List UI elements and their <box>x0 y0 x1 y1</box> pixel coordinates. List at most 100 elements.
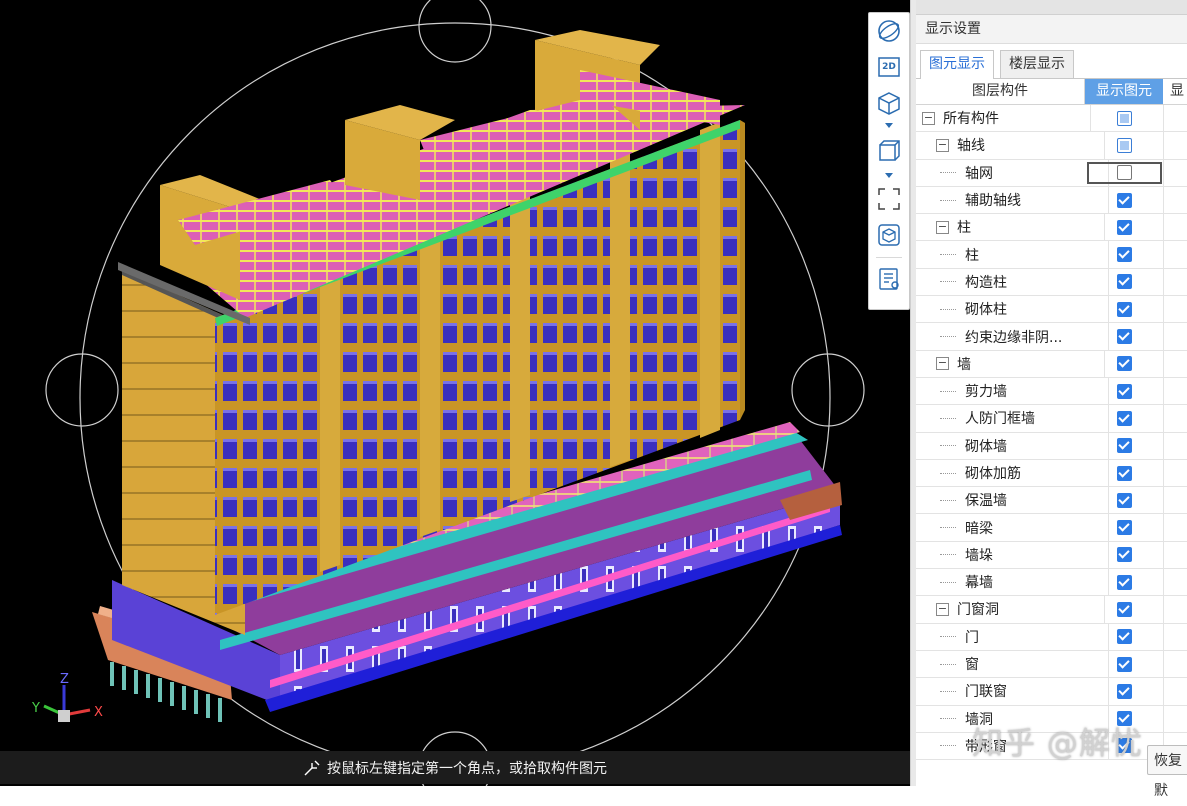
chevron-down-icon[interactable] <box>885 123 893 128</box>
show-checkbox[interactable] <box>1116 165 1132 181</box>
tree-row[interactable]: 砌体加筋 <box>916 459 1187 488</box>
tree-connector <box>940 281 956 283</box>
tree-row[interactable]: − 轴线 <box>916 132 1187 160</box>
tree-row[interactable]: 构造柱 <box>916 268 1187 297</box>
tree-row[interactable]: − 门窗洞 <box>916 596 1187 624</box>
tree-row-name: 墙垛 <box>916 541 1109 569</box>
tree-row[interactable]: 人防门框墙 <box>916 405 1187 433</box>
tree-row[interactable]: 约束边缘非阴... <box>916 323 1187 351</box>
show-checkbox[interactable] <box>1116 383 1132 399</box>
tab-element-display[interactable]: 图元显示 <box>920 50 994 79</box>
tree-row-name: 保温墙 <box>916 487 1109 514</box>
tree-row-label: 窗 <box>965 657 979 674</box>
tree-row[interactable]: 窗 <box>916 650 1187 679</box>
show-checkbox[interactable] <box>1116 492 1132 508</box>
show-checkbox[interactable] <box>1116 192 1132 208</box>
box-view-icon[interactable] <box>875 137 903 165</box>
show-checkbox[interactable] <box>1116 547 1132 563</box>
tree-row[interactable]: 砌体柱 <box>916 296 1187 324</box>
tree-row-name: 构造柱 <box>916 268 1109 296</box>
tree-row-label: 辅助轴线 <box>965 193 1021 210</box>
tree-connector <box>940 445 956 447</box>
collapse-toggle-icon[interactable]: − <box>936 357 949 371</box>
orbit-icon[interactable] <box>875 17 903 45</box>
tree-row-label: 暗梁 <box>965 520 993 537</box>
tree-row[interactable]: 砌体墙 <box>916 432 1187 460</box>
show-cell <box>1085 377 1164 405</box>
tree-connector <box>940 390 956 392</box>
collapse-toggle-icon[interactable]: − <box>922 111 935 125</box>
building-3d-model[interactable]: Z X Y <box>0 0 912 786</box>
tree-row[interactable]: 门联窗 <box>916 678 1187 706</box>
tree-row[interactable]: − 柱 <box>916 214 1187 242</box>
chevron-down-icon[interactable] <box>885 173 893 178</box>
show-checkbox[interactable] <box>1116 683 1132 699</box>
tree-row[interactable]: 暗梁 <box>916 514 1187 542</box>
show-checkbox[interactable] <box>1116 110 1132 126</box>
watermark: 知乎 @解忧 <box>972 726 1143 762</box>
show-checkbox[interactable] <box>1116 438 1132 454</box>
column-header-show[interactable]: 显示图元 <box>1085 79 1163 104</box>
zoom-extents-icon[interactable] <box>875 185 903 213</box>
tree-row-name: − 轴线 <box>916 132 1105 159</box>
show-checkbox[interactable] <box>1116 329 1132 345</box>
show-checkbox[interactable] <box>1116 629 1132 645</box>
show-cell <box>1085 569 1164 596</box>
show-checkbox[interactable] <box>1116 219 1132 235</box>
show-checkbox[interactable] <box>1116 520 1132 536</box>
tree-row-label: 保温墙 <box>965 493 1007 510</box>
show-checkbox[interactable] <box>1116 356 1132 372</box>
show-checkbox[interactable] <box>1116 137 1132 153</box>
tree-connector <box>940 254 956 256</box>
tree-row-name: 窗 <box>916 650 1109 678</box>
show-checkbox[interactable] <box>1116 410 1132 426</box>
3d-cube-icon[interactable] <box>875 89 903 117</box>
tab-floor-display[interactable]: 楼层显示 <box>1000 50 1074 78</box>
tree-connector <box>940 554 956 556</box>
tree-row-label: 墙垛 <box>965 547 993 564</box>
collapse-toggle-icon[interactable]: − <box>936 138 949 152</box>
tree-row-name: − 墙 <box>916 350 1105 377</box>
3d-viewport[interactable]: Z X Y 按鼠标左键指定第一个角点，或拾取构件图元 2D <box>0 0 912 786</box>
show-cell <box>1085 268 1164 296</box>
2d-view-icon[interactable]: 2D <box>875 53 903 81</box>
layer-list-icon[interactable] <box>875 265 903 293</box>
show-cell <box>1085 186 1164 214</box>
tree-row[interactable]: 辅助轴线 <box>916 186 1187 215</box>
tree-connector <box>940 745 956 747</box>
tree-row[interactable]: 幕墙 <box>916 569 1187 597</box>
show-checkbox[interactable] <box>1116 656 1132 672</box>
tree-row[interactable]: 门 <box>916 623 1187 651</box>
tree-row-name: 轴网 <box>916 159 1109 186</box>
pick-cursor-icon <box>304 760 320 775</box>
status-prompt: 按鼠标左键指定第一个角点，或拾取构件图元 <box>327 760 607 777</box>
show-checkbox[interactable] <box>1116 465 1132 481</box>
tree-row-label: 构造柱 <box>965 274 1007 291</box>
show-checkbox[interactable] <box>1116 274 1132 290</box>
show-checkbox[interactable] <box>1116 301 1132 317</box>
tree-row-label: 门 <box>965 629 979 646</box>
show-cell <box>1085 650 1164 678</box>
tree-row[interactable]: − 所有构件 <box>916 105 1187 133</box>
show-checkbox[interactable] <box>1116 574 1132 590</box>
tree-row-label: 轴线 <box>957 138 985 155</box>
tree-row[interactable]: 保温墙 <box>916 487 1187 515</box>
column-header-layer[interactable]: 图层构件 <box>916 79 1085 104</box>
dynamic-view-icon[interactable] <box>875 221 903 249</box>
tree-row[interactable]: 剪力墙 <box>916 377 1187 406</box>
panel-title: 显示设置 <box>916 15 1187 44</box>
tree-row[interactable]: 轴网 <box>916 159 1187 187</box>
tree-row[interactable]: 柱 <box>916 241 1187 269</box>
collapse-toggle-icon[interactable]: − <box>936 220 949 234</box>
tree-row-name: 暗梁 <box>916 514 1109 541</box>
show-checkbox[interactable] <box>1116 247 1132 263</box>
tree-row-label: 砌体柱 <box>965 302 1007 319</box>
tree-row-name: 门联窗 <box>916 678 1109 705</box>
column-header-more[interactable]: 显 <box>1164 79 1187 104</box>
collapse-toggle-icon[interactable]: − <box>936 602 949 616</box>
show-checkbox[interactable] <box>1116 601 1132 617</box>
tree-row-label: 砌体加筋 <box>965 466 1021 482</box>
restore-default-button[interactable]: 恢复默 <box>1147 745 1187 799</box>
tree-row[interactable]: − 墙 <box>916 350 1187 378</box>
tree-row[interactable]: 墙垛 <box>916 541 1187 570</box>
